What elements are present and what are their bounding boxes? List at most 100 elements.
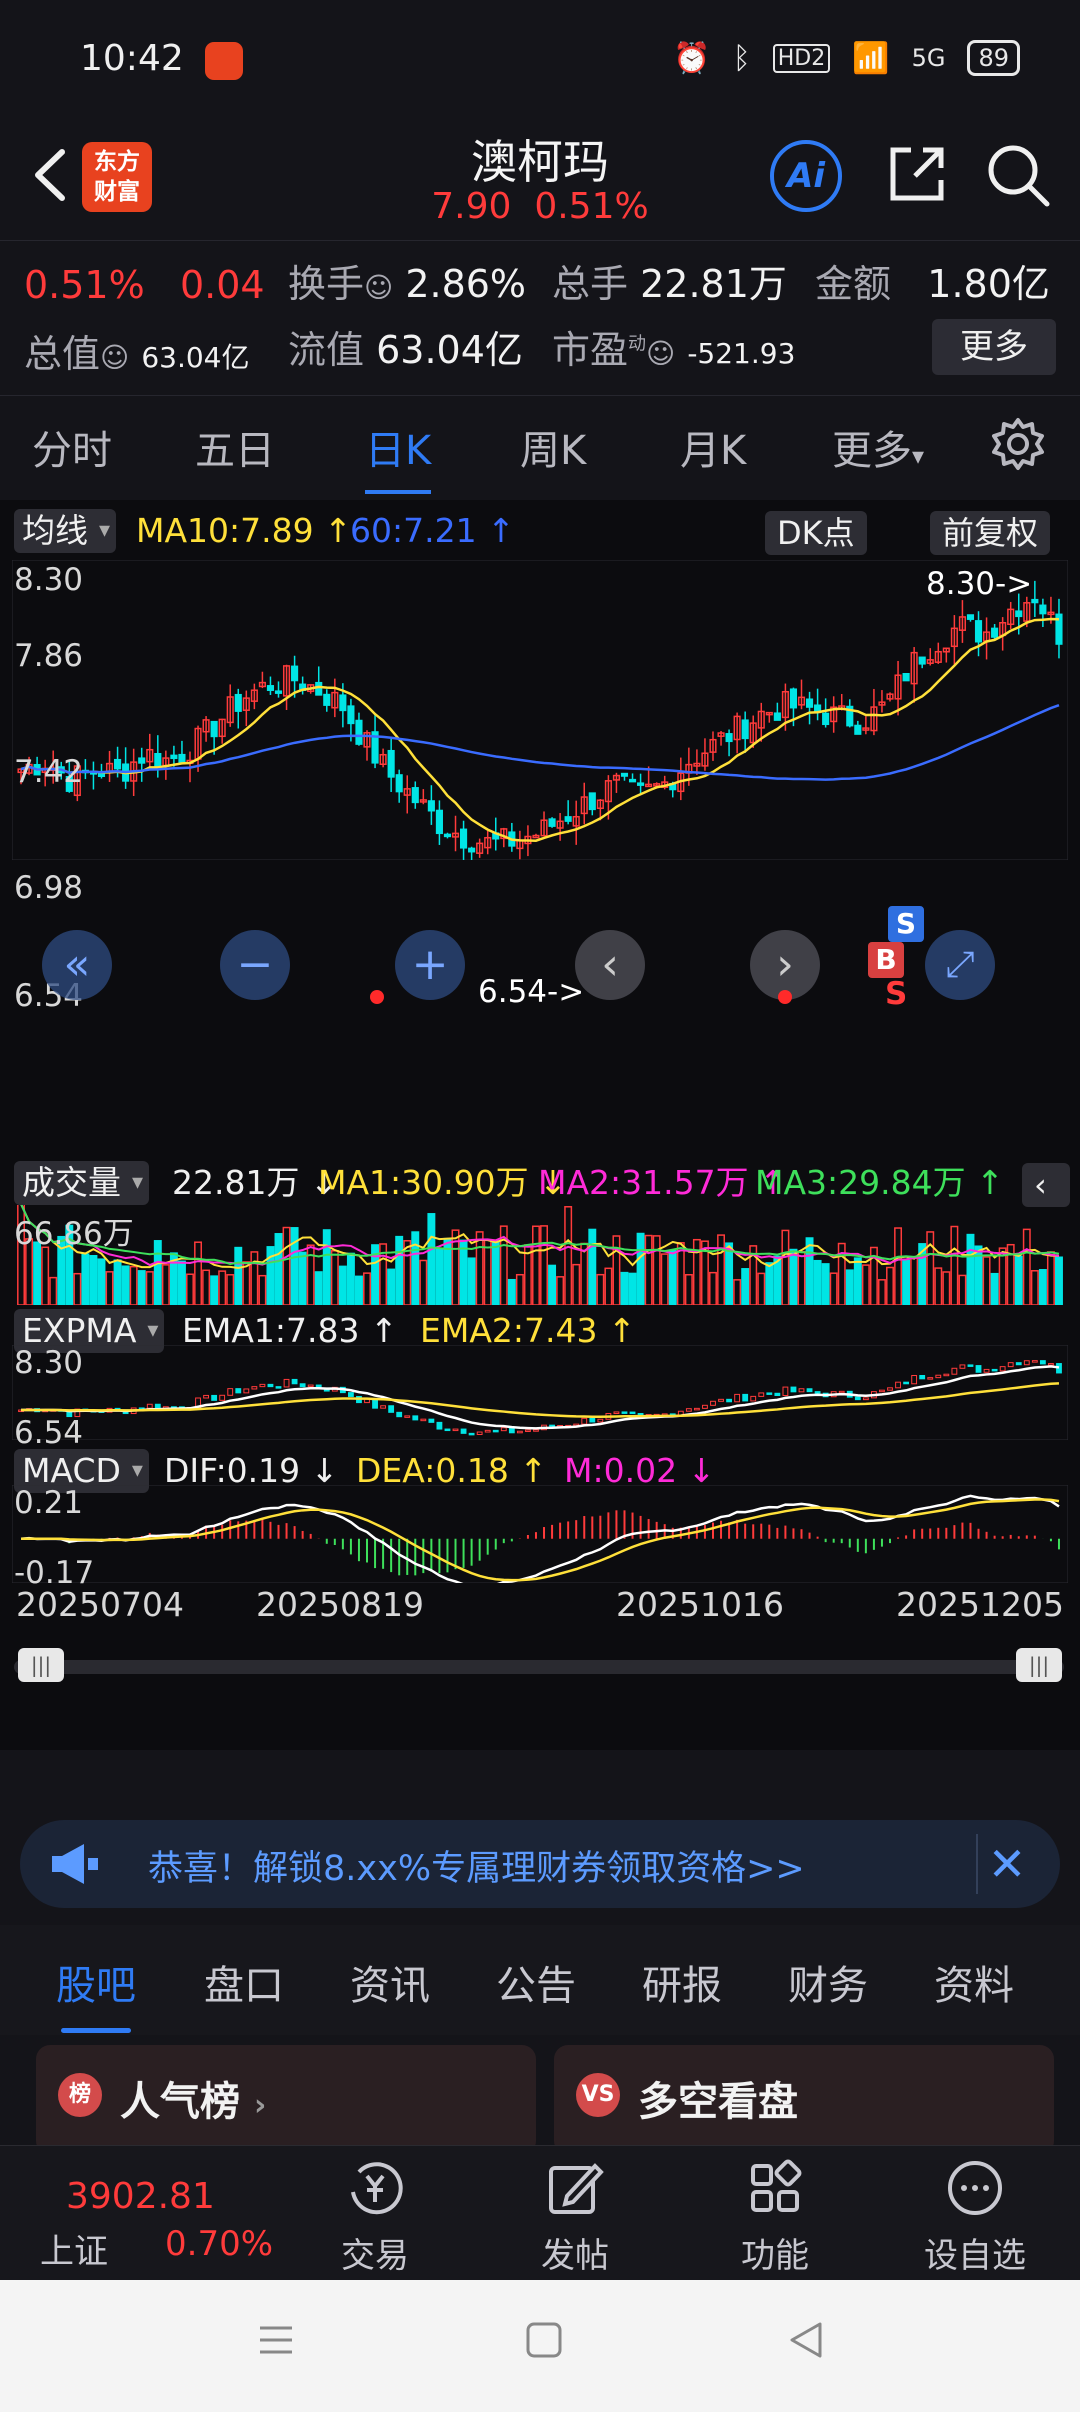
search-icon[interactable] — [985, 142, 1051, 208]
back-nav-icon[interactable] — [786, 2320, 826, 2360]
candle-body — [822, 712, 830, 726]
macd-chart[interactable] — [12, 1485, 1068, 1583]
volume-bar — [483, 1239, 492, 1305]
expma-candle — [444, 1428, 451, 1432]
ma60-line — [20, 704, 1060, 781]
bluetooth-icon: ᛒ — [732, 40, 751, 76]
volume-chart[interactable] — [12, 1205, 1068, 1305]
expma-candle — [693, 1407, 700, 1411]
volume-bar — [1038, 1269, 1047, 1305]
dk-point-button[interactable]: DK点 — [765, 511, 867, 555]
buy-marker[interactable]: B — [868, 942, 904, 978]
expma-candle — [879, 1389, 885, 1393]
index-value: 3902.81 — [66, 2176, 215, 2217]
candle-body — [291, 665, 299, 682]
volume-bar — [845, 1269, 854, 1305]
tab-more[interactable]: 更多▾ — [832, 418, 924, 476]
bull-bear-card[interactable]: VS 多空看盘 — [554, 2045, 1054, 2155]
gear-icon[interactable] — [990, 416, 1046, 472]
tab-announcements[interactable]: 公告 — [496, 1953, 576, 2011]
candle-body — [114, 758, 122, 770]
candle-body — [725, 733, 733, 743]
volume-bar — [282, 1226, 291, 1305]
candle-body — [468, 847, 476, 853]
card-title: 多空看盘 — [638, 2079, 798, 2125]
range-handle-right[interactable]: ||| — [1016, 1648, 1062, 1682]
tab-five-day[interactable]: 五日 — [195, 418, 275, 476]
y-axis-label: 7.42 — [14, 754, 84, 790]
tab-guba[interactable]: 股吧 — [56, 1953, 136, 2033]
tab-news[interactable]: 资讯 — [350, 1953, 430, 2011]
candle-body — [339, 694, 347, 712]
tab-intraday[interactable]: 分时 — [32, 418, 112, 476]
amount-value: 1.80亿 — [927, 262, 1050, 306]
volume-bar — [234, 1246, 243, 1305]
price-adjust-button[interactable]: 前复权 — [930, 511, 1051, 555]
sell-marker[interactable]: S — [888, 906, 924, 942]
expma-chart[interactable] — [12, 1345, 1068, 1440]
zoom-out-icon[interactable]: − — [220, 930, 290, 1000]
expma-candle — [275, 1386, 282, 1389]
menu-icon[interactable] — [256, 2320, 296, 2360]
volume-bar — [290, 1227, 299, 1305]
collapse-panel-icon[interactable]: ‹ — [1022, 1163, 1070, 1207]
volume-selector[interactable]: 成交量 — [14, 1161, 149, 1205]
add-watchlist-button[interactable]: 设自选 — [900, 2158, 1050, 2277]
range-scrollbar[interactable] — [14, 1660, 1064, 1674]
promo-text[interactable]: 恭喜！解锁8.xx%专属理财券领取资格>> — [148, 1840, 805, 1891]
expma-candle — [412, 1415, 419, 1421]
ma-selector[interactable]: 均线 — [14, 509, 116, 553]
ai-button[interactable]: Ai — [770, 140, 842, 212]
candle-body — [427, 800, 435, 812]
popularity-card[interactable]: 榜 人气榜 › — [36, 2045, 536, 2155]
tab-monthly-k[interactable]: 月K — [680, 418, 746, 476]
ma10-line — [20, 617, 1060, 842]
share-icon[interactable] — [885, 142, 949, 206]
expma-candle — [726, 1398, 732, 1403]
zoom-in-icon[interactable]: + — [395, 930, 465, 1000]
volume-bar — [596, 1273, 605, 1305]
chart-area[interactable]: 均线 MA10:7.89 ↑ 60:7.21 ↑ DK点 前复权 8.30 7.… — [0, 500, 1080, 1750]
home-icon[interactable] — [524, 2320, 564, 2360]
expma-candle — [782, 1386, 789, 1397]
volume-bar — [507, 1278, 516, 1305]
quote-stats: 0.51% 0.04 换手☺ 2.86% 总手 22.81万 金额 1.80亿 … — [0, 240, 1080, 385]
pe-sup: 动 — [628, 333, 647, 355]
volume-bar — [186, 1273, 194, 1305]
prev-icon[interactable]: ‹ — [575, 930, 645, 1000]
functions-button[interactable]: 功能 — [700, 2158, 850, 2277]
post-button[interactable]: 发帖 — [500, 2158, 650, 2277]
info-icon[interactable]: ☺ — [646, 337, 675, 370]
volume-bar — [580, 1242, 589, 1305]
close-icon[interactable]: ✕ — [976, 1834, 1036, 1894]
trade-button[interactable]: 交易 — [300, 2158, 450, 2277]
tab-finance[interactable]: 财务 — [788, 1953, 868, 2011]
pe-value: -521.93 — [687, 337, 796, 370]
expma-candle — [685, 1408, 692, 1412]
grid-icon — [751, 2159, 802, 2212]
expma-candle — [927, 1377, 934, 1380]
promo-banner[interactable]: 恭喜！解锁8.xx%专属理财券领取资格>> ✕ — [20, 1820, 1060, 1908]
expma-candle — [790, 1386, 797, 1393]
expma-candle — [734, 1393, 741, 1403]
fullscreen-icon[interactable]: ⤢ — [925, 930, 995, 1000]
kline-chart[interactable] — [12, 560, 1068, 860]
candle-body — [1031, 598, 1039, 604]
tab-weekly-k[interactable]: 周K — [520, 418, 586, 476]
expma-candle — [903, 1381, 910, 1385]
volume-bar — [757, 1272, 766, 1305]
scroll-left-icon[interactable]: « — [42, 930, 112, 1000]
expma-frame — [12, 1345, 1068, 1440]
tab-research[interactable]: 研报 — [642, 1953, 722, 2011]
volume-bar — [789, 1248, 798, 1305]
more-dots-icon — [948, 2161, 1002, 2215]
more-stats-button[interactable]: 更多 — [932, 319, 1056, 375]
tab-profile[interactable]: 资料 — [934, 1953, 1014, 2011]
candle-body — [974, 620, 983, 643]
range-handle-left[interactable]: ||| — [18, 1648, 64, 1682]
volume-value: 22.81万 ↓ — [172, 1163, 338, 1202]
info-icon[interactable]: ☺ — [364, 271, 393, 304]
tab-daily-k[interactable]: 日K — [365, 418, 432, 494]
info-icon[interactable]: ☺ — [100, 341, 129, 374]
tab-pankou[interactable]: 盘口 — [204, 1953, 284, 2011]
